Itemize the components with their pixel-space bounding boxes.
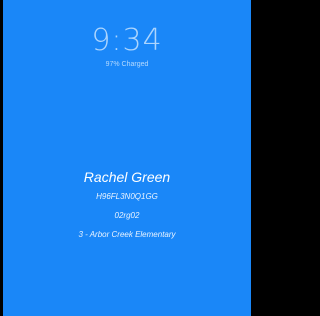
clock-time: 9:34 [91,23,163,58]
user-name: Rachel Green [83,169,171,185]
device-id: H96FL3N0Q1GG [96,192,158,201]
group-code: 02rg02 [114,211,140,220]
school-name: 3 - Arbor Creek Elementary [78,230,176,239]
user-info: Rachel Green H96FL3N0Q1GG 02rg02 3 - Arb… [3,168,251,240]
battery-status: 97% Charged [105,61,149,68]
lock-screen: 9:34 97% Charged Rachel Green H96FL3N0Q1… [0,0,255,316]
